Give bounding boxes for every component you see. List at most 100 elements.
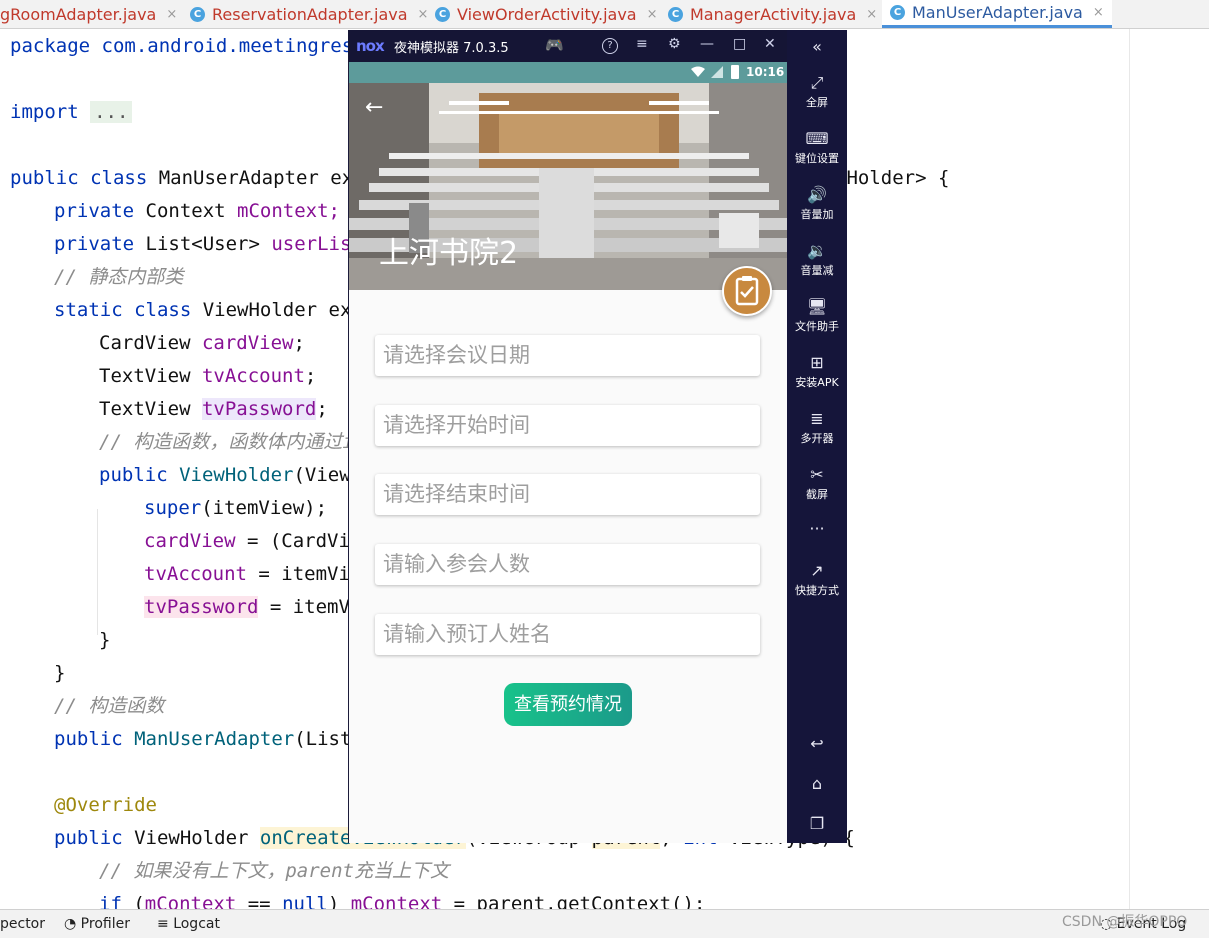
tab-label: ManagerActivity.java [690, 4, 857, 24]
reserve-fab-button[interactable] [722, 266, 772, 316]
code-line: package com.android.meetingres [10, 35, 354, 57]
watermark: CSDN @振华OPPO [1062, 914, 1188, 930]
tab-manuseradapter[interactable]: C ManUserAdapter.java × [882, 0, 1112, 28]
clock: 10:16 [746, 65, 785, 79]
screenshot-icon: ✂ [810, 465, 824, 484]
tool-profiler[interactable]: ◔ Profiler [64, 910, 130, 938]
volume-down-icon: 🔉 [807, 241, 827, 260]
emulator-title-bar: nox 夜神模拟器 7.0.3.5 🎮 ? ≡ ⚙ — □ ✕ [348, 30, 787, 62]
close-icon[interactable]: × [418, 7, 429, 22]
code-line: // 如果没有上下文，parent充当上下文 [99, 860, 449, 882]
close-icon[interactable]: ✕ [764, 36, 776, 52]
recent-apps-icon: ❐ [809, 814, 825, 833]
more-icon: ··· [809, 519, 825, 538]
code-line: tvAccount = itemVi [144, 563, 350, 585]
sidebar-item-keymap[interactable]: ⌨ 键位设置 [787, 128, 847, 166]
code-line: super(itemView); [144, 497, 328, 519]
file-helper-icon: 🖥 [806, 297, 828, 316]
tab-label: ReservationAdapter.java [212, 4, 408, 24]
meeting-date-field[interactable]: 请选择会议日期 [375, 335, 760, 376]
code-line: TextView tvAccount; [99, 365, 317, 387]
battery-icon [731, 65, 739, 79]
code-line: // 构造函数，函数体内通过it [99, 431, 366, 453]
back-arrow-icon[interactable]: ← [365, 95, 383, 120]
code-line: public ManUserAdapter(List [54, 728, 352, 750]
collapse-sidebar-button[interactable]: « [787, 36, 847, 58]
code-line: } [99, 629, 111, 651]
end-time-field[interactable]: 请选择结束时间 [375, 474, 760, 515]
tool-inspector[interactable]: pector [0, 910, 45, 938]
java-class-icon: C [190, 6, 205, 22]
nav-back-button[interactable]: ↩ [787, 733, 847, 755]
sidebar-item-more[interactable]: ··· [787, 518, 847, 540]
close-icon[interactable]: × [647, 7, 658, 22]
meeting-date-placeholder: 请选择会议日期 [383, 343, 530, 367]
emulator-sidebar: « ⤢ 全屏 ⌨ 键位设置 🔊 音量加 🔉 音量减 🖥 文件助手 ⊞ 安装APK ≣ 多开器 … [787, 30, 847, 843]
profiler-icon: ◔ [64, 916, 81, 932]
sidebar-item-fullscreen[interactable]: ⤢ 全屏 [787, 72, 847, 110]
nav-recent-button[interactable]: ❐ [787, 813, 847, 835]
code-line: @Override [54, 794, 157, 816]
tab-groomadapter[interactable]: gRoomAdapter.java × [0, 0, 177, 28]
sidebar-item-volume-down[interactable]: 🔉 音量减 [787, 240, 847, 278]
sidebar-item-install-apk[interactable]: ⊞ 安装APK [787, 352, 847, 390]
logcat-icon: ≡ [157, 916, 174, 932]
code-line: // 静态内部类 [54, 266, 184, 288]
tab-reservationadapter[interactable]: C ReservationAdapter.java × [190, 0, 428, 28]
nox-logo: nox [356, 37, 385, 55]
tool-logcat[interactable]: ≡ Logcat [157, 910, 220, 938]
room-title: 上河书院2 [379, 236, 519, 271]
tool-window-bar: pector ◔ Profiler ≡ Logcat ◌ Event Log [0, 909, 1209, 938]
shortcut-icon: ↗ [810, 561, 824, 580]
signal-icon [711, 66, 723, 78]
fullscreen-icon: ⤢ [810, 73, 824, 92]
sidebar-item-screenshot[interactable]: ✂ 截屏 [787, 464, 847, 502]
tab-manageractivity[interactable]: C ManagerActivity.java × [668, 0, 877, 28]
emulator-title: 夜神模拟器 7.0.3.5 [394, 41, 509, 56]
close-icon[interactable]: × [166, 7, 177, 22]
settings-icon[interactable]: ⚙ [668, 36, 681, 52]
keyboard-icon: ⌨ [805, 129, 829, 148]
code-line: } [54, 662, 66, 684]
attendee-count-placeholder: 请输入参会人数 [383, 552, 530, 576]
wifi-icon [691, 66, 705, 77]
multi-instance-icon: ≣ [810, 409, 824, 428]
back-icon: ↩ [810, 734, 824, 753]
meeting-room-photo: ← 上河书院2 [349, 83, 787, 290]
end-time-placeholder: 请选择结束时间 [383, 482, 530, 506]
sidebar-item-file-helper[interactable]: 🖥 文件助手 [787, 296, 847, 334]
view-reservations-button[interactable]: 查看预约情况 [504, 683, 632, 726]
clipboard-check-icon [735, 276, 759, 306]
code-line: if (mContext == null) mContext = parent.… [99, 893, 706, 909]
nav-home-button[interactable]: ⌂ [787, 773, 847, 795]
maximize-icon[interactable]: □ [733, 36, 746, 52]
android-status-bar: 10:16 [349, 62, 787, 83]
java-class-icon: C [435, 6, 450, 22]
gamepad-icon[interactable]: 🎮 [545, 36, 564, 54]
tab-vieworderactivity[interactable]: C ViewOrderActivity.java × [435, 0, 658, 28]
tab-label: ManUserAdapter.java [912, 3, 1083, 22]
code-line: import ... [10, 96, 133, 129]
tab-label: ViewOrderActivity.java [457, 4, 637, 24]
start-time-placeholder: 请选择开始时间 [383, 413, 530, 437]
volume-up-icon: 🔊 [807, 185, 827, 204]
double-chevron-left-icon: « [812, 37, 822, 56]
sidebar-item-volume-up[interactable]: 🔊 音量加 [787, 184, 847, 222]
booker-name-placeholder: 请输入预订人姓名 [383, 622, 551, 646]
install-apk-icon: ⊞ [810, 353, 824, 372]
close-icon[interactable]: × [1093, 5, 1104, 20]
java-class-icon: C [668, 6, 683, 22]
code-line: cardView = (CardVi [144, 530, 350, 552]
attendee-count-field[interactable]: 请输入参会人数 [375, 544, 760, 585]
close-icon[interactable]: × [866, 7, 877, 22]
start-time-field[interactable]: 请选择开始时间 [375, 405, 760, 446]
menu-icon[interactable]: ≡ [636, 36, 648, 52]
home-icon: ⌂ [811, 774, 823, 793]
code-line: public class ManUserAdapter ex [10, 167, 354, 189]
help-icon[interactable]: ? [602, 38, 618, 54]
booker-name-field[interactable]: 请输入预订人姓名 [375, 614, 760, 655]
minimize-icon[interactable]: — [700, 36, 714, 52]
folded-imports[interactable]: ... [90, 101, 133, 123]
sidebar-item-shortcut[interactable]: ↗ 快捷方式 [787, 560, 847, 598]
sidebar-item-multi-instance[interactable]: ≣ 多开器 [787, 408, 847, 446]
